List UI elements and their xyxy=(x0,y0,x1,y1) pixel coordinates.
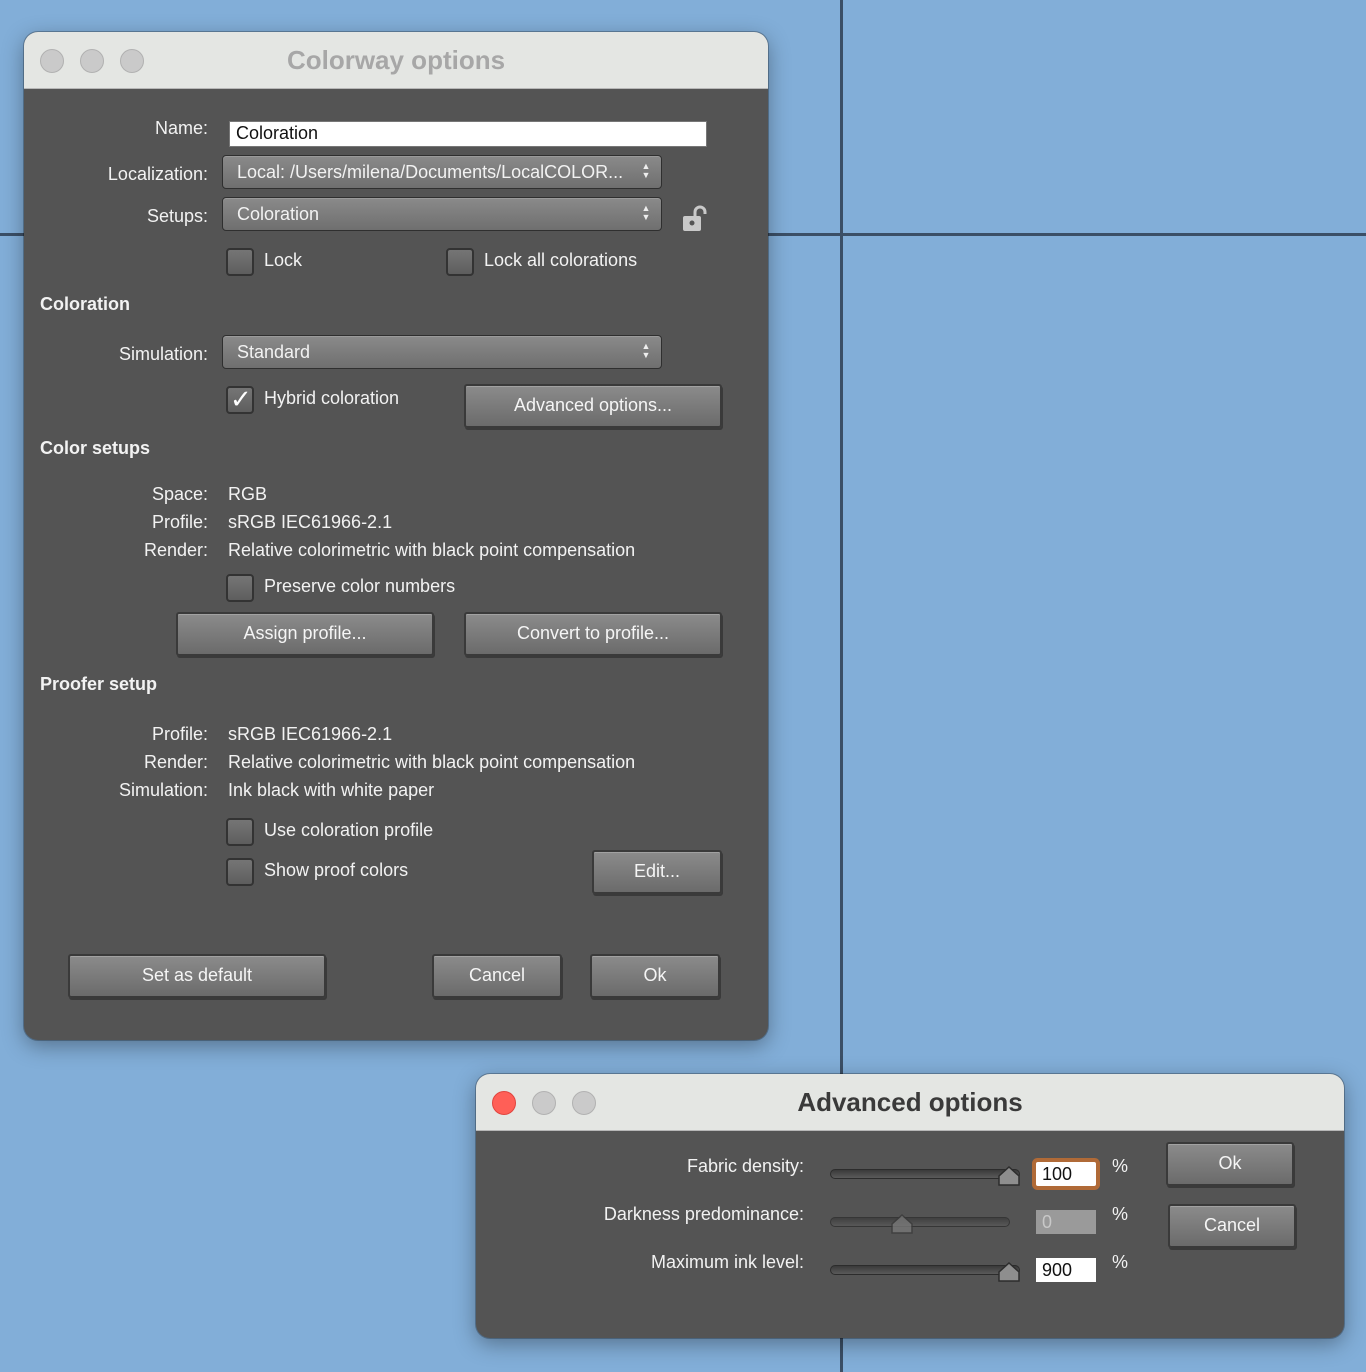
advanced-ok-button[interactable]: Ok xyxy=(1166,1142,1294,1186)
name-field[interactable]: Coloration xyxy=(229,121,707,147)
maximum-ink-level-percent: % xyxy=(1112,1252,1129,1272)
simulation-value: Standard xyxy=(237,342,311,362)
lock-all-label: Lock all colorations xyxy=(484,250,638,270)
coloration-section-heading: Coloration xyxy=(40,294,130,314)
maximum-ink-level-field[interactable]: 900 xyxy=(1036,1258,1096,1282)
use-coloration-profile-label: Use coloration profile xyxy=(264,820,434,840)
window-title: Advanced options xyxy=(797,1087,1023,1117)
profile-value: sRGB IEC61966-2.1 xyxy=(228,512,393,532)
simulation-label: Simulation: xyxy=(118,344,208,364)
lock-label: Lock xyxy=(264,250,303,270)
maximum-ink-level-slider[interactable] xyxy=(830,1265,1020,1275)
advanced-options-button[interactable]: Advanced options... xyxy=(464,384,722,428)
popup-arrows-icon: ▲ ▼ xyxy=(641,203,651,222)
proof-profile-label: Profile: xyxy=(151,724,208,744)
show-proof-colors-label: Show proof colors xyxy=(264,860,409,880)
fabric-density-percent: % xyxy=(1112,1156,1129,1176)
profile-label: Profile: xyxy=(151,512,208,532)
proof-profile-value: sRGB IEC61966-2.1 xyxy=(228,724,393,744)
space-value: RGB xyxy=(228,484,268,504)
setups-label: Setups: xyxy=(146,206,208,226)
ok-button[interactable]: Ok xyxy=(590,954,720,998)
localization-value: Local: /Users/milena/Documents/LocalCOLO… xyxy=(237,162,624,182)
advanced-cancel-button[interactable]: Cancel xyxy=(1168,1204,1296,1248)
preserve-color-numbers-checkbox[interactable] xyxy=(226,574,254,602)
fabric-density-slider[interactable] xyxy=(830,1169,1020,1179)
convert-to-profile-button[interactable]: Convert to profile... xyxy=(464,612,722,656)
advanced-titlebar[interactable]: Advanced options xyxy=(476,1074,1344,1131)
cancel-button[interactable]: Cancel xyxy=(432,954,562,998)
slider-thumb-icon[interactable] xyxy=(998,1262,1020,1282)
render-value: Relative colorimetric with black point c… xyxy=(228,540,636,560)
slider-thumb-icon[interactable] xyxy=(998,1166,1020,1186)
edit-button[interactable]: Edit... xyxy=(592,850,722,894)
darkness-predominance-label: Darkness predominance: xyxy=(603,1204,804,1224)
set-as-default-button[interactable]: Set as default xyxy=(68,954,326,998)
unlocked-padlock-icon[interactable] xyxy=(680,204,710,234)
lock-checkbox[interactable] xyxy=(226,248,254,276)
maximum-ink-level-label: Maximum ink level: xyxy=(650,1252,804,1272)
hybrid-coloration-checkbox[interactable]: ✓ xyxy=(226,384,254,414)
assign-profile-button[interactable]: Assign profile... xyxy=(176,612,434,656)
colorway-titlebar[interactable]: Colorway options xyxy=(24,32,768,89)
darkness-predominance-field[interactable]: 0 xyxy=(1036,1210,1096,1234)
render-label: Render: xyxy=(143,540,208,560)
localization-popup[interactable]: Local: /Users/milena/Documents/LocalCOLO… xyxy=(222,155,662,189)
proof-render-label: Render: xyxy=(143,752,208,772)
advanced-options-window: Advanced options Fabric density: 100 % D… xyxy=(476,1074,1344,1338)
setups-value: Coloration xyxy=(237,204,320,224)
window-title: Colorway options xyxy=(286,45,506,75)
space-label: Space: xyxy=(151,484,208,504)
colorway-options-window: Colorway options Name: Coloration Locali… xyxy=(24,32,768,1040)
proofer-setup-section-heading: Proofer setup xyxy=(40,674,158,694)
simulation-popup[interactable]: Standard ▲ ▼ xyxy=(222,335,662,369)
hybrid-coloration-label: Hybrid coloration xyxy=(264,388,400,408)
darkness-predominance-slider[interactable] xyxy=(830,1217,1010,1227)
lock-all-checkbox[interactable] xyxy=(446,248,474,276)
fabric-density-field[interactable]: 100 xyxy=(1036,1162,1096,1186)
darkness-predominance-percent: % xyxy=(1112,1204,1129,1224)
use-coloration-profile-checkbox[interactable] xyxy=(226,818,254,846)
setups-popup[interactable]: Coloration ▲ ▼ xyxy=(222,197,662,231)
localization-label: Localization: xyxy=(107,164,208,184)
show-proof-colors-checkbox[interactable] xyxy=(226,858,254,886)
popup-arrows-icon: ▲ ▼ xyxy=(641,161,651,180)
proof-render-value: Relative colorimetric with black point c… xyxy=(228,752,636,772)
color-setups-section-heading: Color setups xyxy=(40,438,151,458)
preserve-color-numbers-label: Preserve color numbers xyxy=(264,576,456,596)
proof-simulation-label: Simulation: xyxy=(118,780,208,800)
name-label: Name: xyxy=(154,118,208,138)
fabric-density-label: Fabric density: xyxy=(686,1156,804,1176)
proof-simulation-value: Ink black with white paper xyxy=(228,780,435,800)
slider-thumb-icon[interactable] xyxy=(891,1214,913,1234)
popup-arrows-icon: ▲ ▼ xyxy=(641,341,651,360)
checkmark-icon: ✓ xyxy=(230,384,252,414)
